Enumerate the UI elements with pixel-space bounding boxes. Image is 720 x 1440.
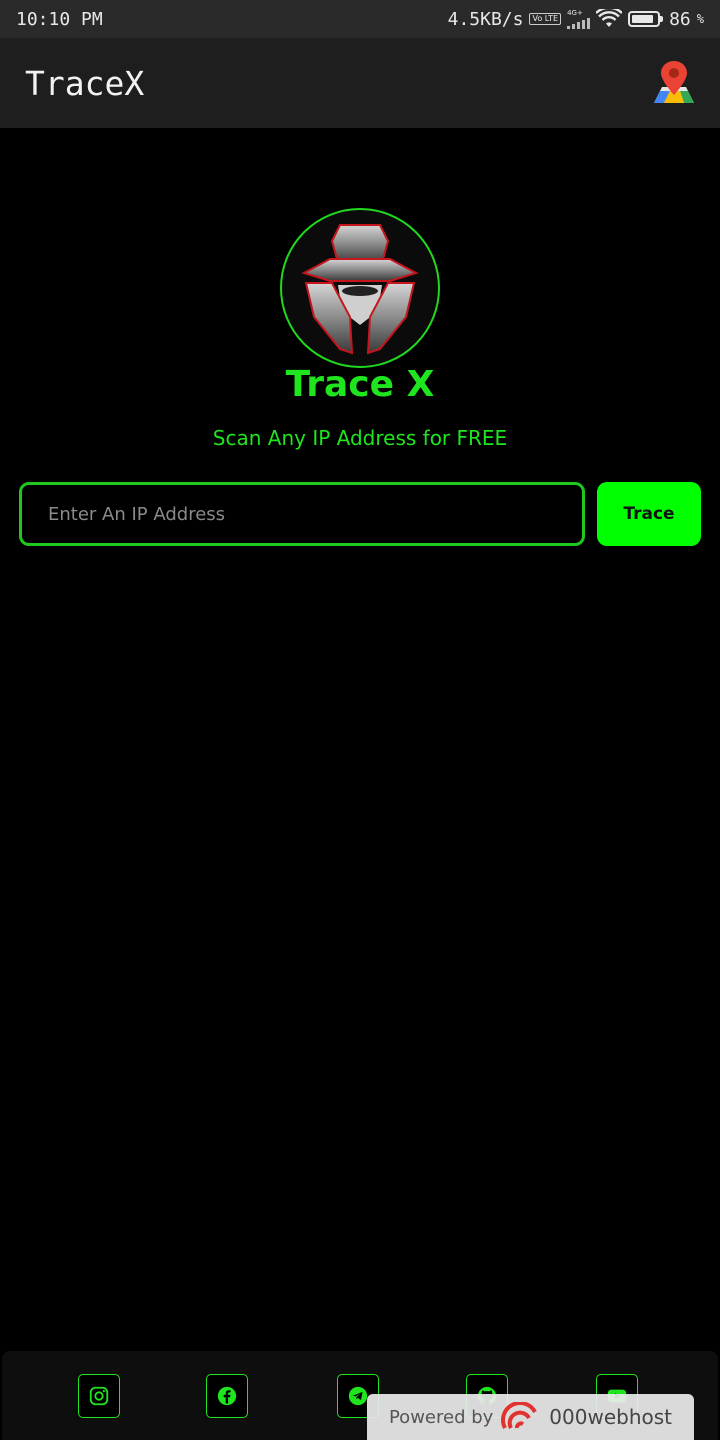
status-indicators: 4.5KB/s Vo LTE 4G+ 86 % [448, 9, 704, 30]
map-pin-icon[interactable] [650, 59, 698, 107]
hero-title: Trace X [285, 364, 435, 405]
instagram-icon[interactable] [78, 1374, 120, 1418]
host-brand: 000webhost [549, 1405, 673, 1429]
app-bar: TraceX [0, 38, 720, 128]
battery-icon [628, 11, 664, 27]
net-speed: 4.5KB/s [447, 8, 524, 30]
wifi-icon [596, 9, 623, 27]
signal-icon: 4G+ [567, 8, 591, 29]
status-bar: 10:10 PM 4.5KB/s Vo LTE 4G+ 86 % [0, 0, 720, 38]
webhost-logo-icon [501, 1402, 538, 1429]
battery-unit: % [696, 12, 704, 26]
powered-by-label: Powered by [388, 1406, 494, 1428]
powered-by-banner[interactable]: Powered by 000webhost [367, 1394, 694, 1440]
network-type: 4G+ [567, 8, 583, 17]
hacker-logo [280, 208, 440, 368]
battery-level: 86 [669, 8, 691, 30]
facebook-icon[interactable] [206, 1374, 248, 1418]
hacker-icon [301, 224, 419, 355]
status-time: 10:10 PM [16, 8, 103, 30]
trace-button[interactable]: Trace [597, 482, 701, 546]
hero-subtitle: Scan Any IP Address for FREE [212, 426, 508, 450]
app-title: TraceX [25, 63, 145, 103]
volte-icon: Vo LTE [529, 13, 562, 25]
ip-address-input[interactable] [19, 482, 585, 546]
